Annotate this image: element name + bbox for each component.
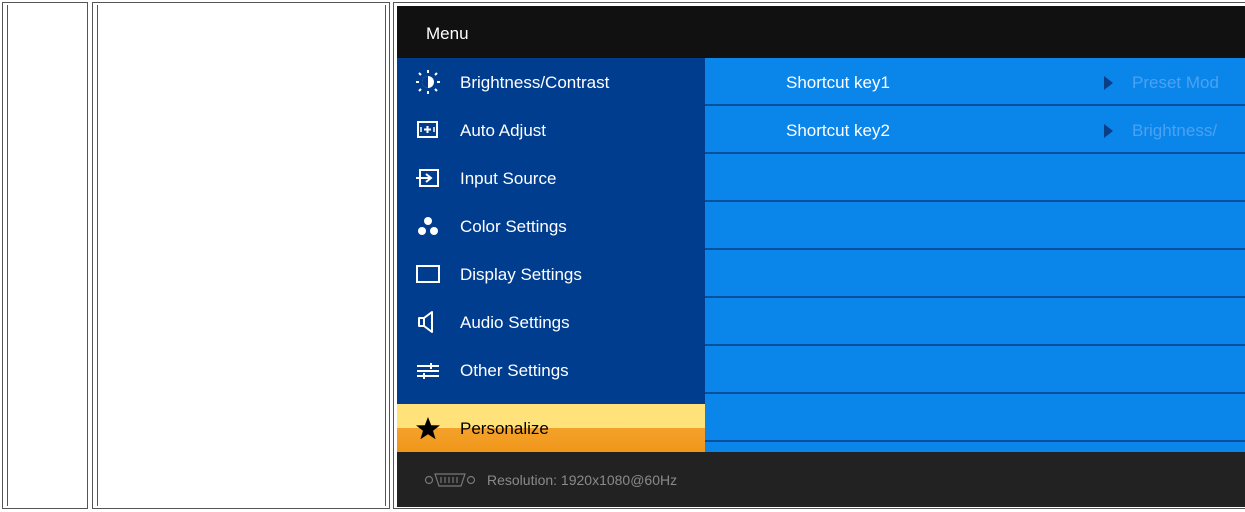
submenu-row-value: Preset Mod [1132,73,1219,92]
submenu-row-empty [705,394,1245,442]
monitor-osd-menu: Menu Brightness/Contrast Auto Adjust Inp… [397,6,1245,507]
submenu-row-shortcut-key2[interactable]: Shortcut key2 Brightness/ [705,106,1245,154]
vga-connector-icon [424,473,476,487]
menu-item-label: Input Source [460,169,557,188]
submenu-row-shortcut-key1[interactable]: Shortcut key1 Preset Mod [705,58,1245,106]
submenu-row-value: Brightness/ [1132,121,1218,140]
star-icon [416,417,440,440]
auto-adjust-icon [417,121,438,138]
menu-item-label: Auto Adjust [460,121,547,140]
menu-item-other-settings[interactable]: Other Settings [397,346,705,394]
osd-main-menu: Brightness/Contrast Auto Adjust Input So… [397,58,705,452]
osd-title: Menu [426,24,469,43]
color-settings-icon [418,217,438,235]
speaker-icon [418,311,433,333]
menu-item-display-settings[interactable]: Display Settings [397,250,705,298]
osd-title-bar: Menu [397,6,1245,58]
menu-item-label: Personalize [460,419,549,438]
submenu-row-empty [705,346,1245,394]
menu-item-label: Brightness/Contrast [460,73,610,92]
menu-item-color-settings[interactable]: Color Settings [397,202,705,250]
submenu-row-empty [705,154,1245,202]
submenu-row-label: Shortcut key2 [786,121,890,140]
display-settings-icon [416,265,440,283]
resolution-status: Resolution: 1920x1080@60Hz [487,472,678,488]
table-cell-1 [2,2,88,509]
arrow-right-icon [1104,124,1113,138]
submenu-row-empty [705,250,1245,298]
submenu-row-empty [705,298,1245,346]
menu-item-input-source[interactable]: Input Source [397,154,705,202]
menu-item-personalize[interactable]: Personalize [397,404,705,452]
menu-item-brightness-contrast[interactable]: Brightness/Contrast [397,58,705,106]
submenu-row-empty [705,202,1245,250]
menu-item-auto-adjust[interactable]: Auto Adjust [397,106,705,154]
menu-item-label: Audio Settings [460,313,570,332]
menu-item-label: Display Settings [460,265,582,284]
brightness-icon [416,70,440,94]
input-source-icon [416,169,439,187]
osd-submenu-panel: Shortcut key1 Preset Mod Shortcut key2 B… [705,58,1245,452]
submenu-row-label: Shortcut key1 [786,73,890,92]
other-settings-icon [417,363,439,379]
menu-item-audio-settings[interactable]: Audio Settings [397,298,705,346]
arrow-right-icon [1104,76,1113,90]
table-cell-2 [92,2,390,509]
menu-item-label: Color Settings [460,217,567,236]
osd-footer: Resolution: 1920x1080@60Hz [397,452,1245,507]
menu-item-label: Other Settings [460,361,569,380]
